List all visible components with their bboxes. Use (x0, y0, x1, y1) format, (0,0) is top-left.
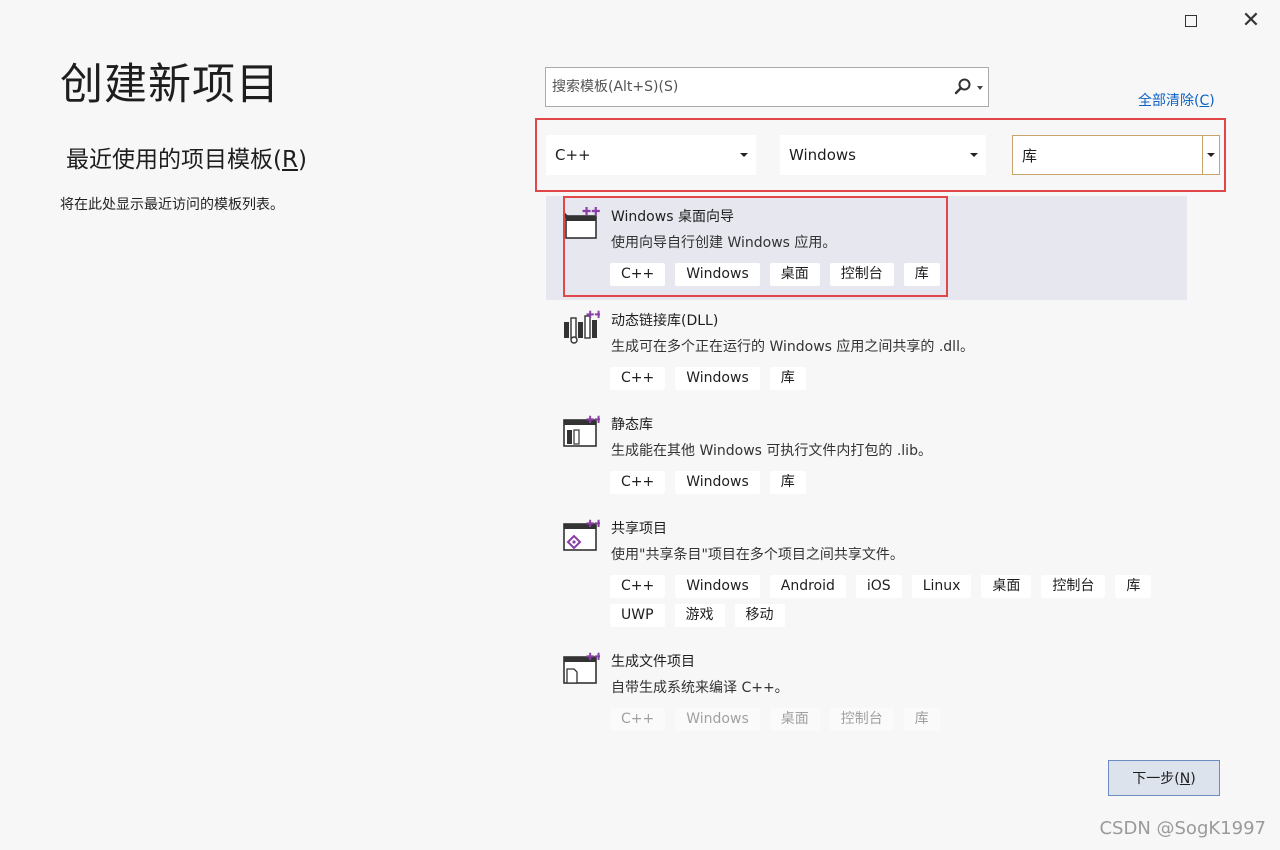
search-options-chevron-icon[interactable] (977, 86, 983, 90)
search-box[interactable] (545, 67, 989, 107)
chevron-down-icon (970, 153, 978, 157)
language-filter-value: C++ (555, 146, 591, 164)
next-button[interactable]: 下一步(N) (1108, 760, 1220, 796)
template-tag: 桌面 (769, 708, 820, 731)
template-tag: 控制台 (829, 708, 894, 731)
chevron-down-icon (740, 153, 748, 157)
template-tag: Android (769, 575, 846, 598)
chevron-down-icon (1207, 153, 1215, 157)
template-tag: Windows (675, 471, 760, 494)
project-type-filter-value: 库 (1022, 146, 1038, 165)
template-tags: C++ Windows 桌面 控制台 库 (610, 708, 1170, 731)
language-filter-dropdown[interactable]: C++ (546, 135, 756, 175)
template-tag: C++ (610, 708, 666, 731)
template-name: 动态链接库(DLL) (611, 313, 719, 329)
template-tag: C++ (610, 575, 666, 598)
template-description: 生成能在其他 Windows 可执行文件内打包的 .lib。 (611, 443, 932, 459)
template-tag: Windows (675, 708, 760, 731)
platform-filter-value: Windows (789, 146, 856, 164)
svg-text:✚✚: ✚✚ (586, 519, 600, 530)
search-input[interactable] (546, 68, 958, 106)
template-tag: 库 (769, 367, 806, 390)
svg-text:✚✚: ✚✚ (586, 415, 600, 426)
template-item-makefile-project[interactable]: ✚✚ 生成文件项目 自带生成系统来编译 C++。 C++ Windows 桌面 … (546, 641, 1187, 741)
template-tag: C++ (610, 367, 666, 390)
template-tag: 控制台 (1041, 575, 1106, 598)
watermark: CSDN @SogK1997 (1099, 818, 1266, 839)
template-item-shared-project[interactable]: ✚✚ 共享项目 使用"共享条目"项目在多个项目之间共享文件。 C++ Windo… (546, 508, 1187, 641)
close-icon: ✕ (1241, 8, 1261, 33)
clear-all-link[interactable]: 全部清除(C) (1138, 90, 1215, 110)
recent-templates-empty-text: 将在此处显示最近访问的模板列表。 (60, 197, 284, 213)
close-button[interactable]: ✕ (1238, 8, 1264, 34)
maximize-button[interactable] (1178, 8, 1204, 34)
template-tag: 移动 (734, 604, 785, 627)
svg-text:✚✚: ✚✚ (586, 310, 600, 321)
template-description: 使用"共享条目"项目在多个项目之间共享文件。 (611, 547, 904, 563)
page-title: 创建新项目 (60, 60, 280, 110)
template-name: 静态库 (611, 417, 653, 433)
template-tags: C++ Windows 库 (610, 471, 1170, 494)
static-library-icon: ✚✚ (563, 415, 600, 447)
project-type-filter-dropdown[interactable]: 库 (1012, 135, 1220, 175)
template-tag: 库 (903, 708, 940, 731)
template-tag: UWP (610, 604, 665, 627)
template-tag: Windows (675, 575, 760, 598)
template-description: 生成可在多个正在运行的 Windows 应用之间共享的 .dll。 (611, 339, 974, 355)
template-item-dll[interactable]: ✚✚ 动态链接库(DLL) 生成可在多个正在运行的 Windows 应用之间共享… (546, 300, 1187, 404)
template-name: 生成文件项目 (611, 654, 695, 670)
template-tag: C++ (610, 471, 666, 494)
template-tag: Windows (675, 367, 760, 390)
recent-templates-heading: 最近使用的项目模板(R) (66, 147, 307, 173)
template-tag: 库 (1115, 575, 1152, 598)
platform-filter-dropdown[interactable]: Windows (780, 135, 986, 175)
search-icon[interactable] (954, 77, 972, 97)
maximize-icon (1185, 15, 1197, 27)
template-tags: C++ Windows 库 (610, 367, 1170, 390)
template-tag: 库 (769, 471, 806, 494)
template-tag: 桌面 (981, 575, 1032, 598)
template-description: 自带生成系统来编译 C++。 (611, 680, 789, 696)
makefile-project-icon: ✚✚ (563, 652, 600, 684)
template-tag: 游戏 (674, 604, 725, 627)
template-item-static-library[interactable]: ✚✚ 静态库 生成能在其他 Windows 可执行文件内打包的 .lib。 C+… (546, 404, 1187, 508)
template-tag: Linux (911, 575, 972, 598)
selected-template-highlight-box (563, 196, 948, 297)
template-tags: C++ Windows Android iOS Linux 桌面 控制台 库 U… (610, 575, 1170, 627)
dll-icon: ✚✚ (564, 310, 600, 344)
svg-text:✚✚: ✚✚ (586, 652, 600, 663)
dropdown-divider (1202, 136, 1203, 174)
shared-project-icon: ✚✚ (563, 519, 600, 551)
template-tag: iOS (855, 575, 902, 598)
template-name: 共享项目 (611, 521, 667, 537)
